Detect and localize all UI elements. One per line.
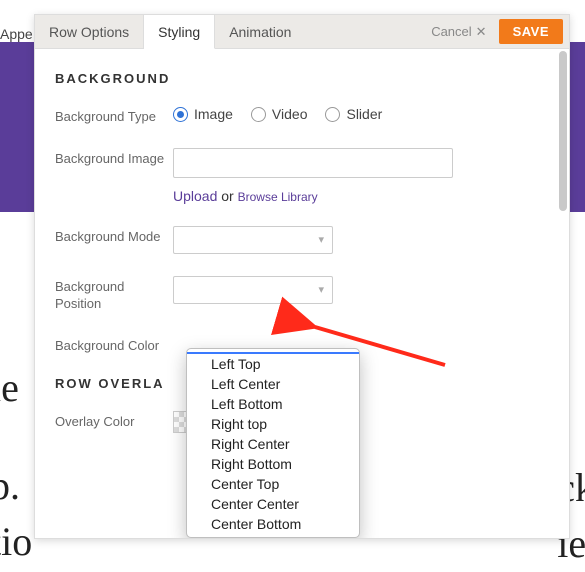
dropdown-item-left-center[interactable]: Left Center (187, 374, 359, 394)
bg-position-select[interactable]: ▾ (173, 276, 333, 304)
radio-bg-image[interactable]: Image (173, 106, 233, 122)
radio-dot-icon (251, 107, 266, 122)
chevron-down-icon: ▾ (318, 233, 324, 246)
cancel-button[interactable]: Cancel ✕ (421, 15, 496, 48)
cancel-label: Cancel (431, 24, 471, 39)
scrollbar-thumb[interactable] (559, 51, 567, 211)
section-heading-background: BACKGROUND (55, 71, 549, 86)
bg-mode-select[interactable]: ▾ (173, 226, 333, 254)
tab-animation[interactable]: Animation (215, 15, 305, 48)
dropdown-item-right-center[interactable]: Right Center (187, 434, 359, 454)
bg-position-label: Background Position (55, 276, 173, 313)
dropdown-item-center-top[interactable]: Center Top (187, 474, 359, 494)
radio-label: Image (194, 106, 233, 122)
dropdown-item-left-top[interactable]: Left Top (187, 354, 359, 374)
browse-library-link[interactable]: Browse Library (238, 190, 318, 204)
dropdown-item-left-bottom[interactable]: Left Bottom (187, 394, 359, 414)
overlay-color-label: Overlay Color (55, 411, 173, 431)
panel-body: BACKGROUND Background Type Image Video S… (35, 49, 569, 538)
bg-position-dropdown: Left Top Left Center Left Bottom Right t… (186, 348, 360, 538)
dropdown-item-center-center[interactable]: Center Center (187, 494, 359, 514)
tab-bar: Row Options Styling Animation Cancel ✕ S… (35, 15, 569, 49)
settings-panel: Row Options Styling Animation Cancel ✕ S… (34, 14, 570, 539)
radio-label: Slider (346, 106, 382, 122)
bg-mode-label: Background Mode (55, 226, 173, 246)
dropdown-item-right-bottom[interactable]: Right Bottom (187, 454, 359, 474)
tab-styling[interactable]: Styling (144, 15, 215, 49)
radio-bg-slider[interactable]: Slider (325, 106, 382, 122)
or-text: or (217, 188, 237, 204)
radio-label: Video (272, 106, 308, 122)
close-icon: ✕ (476, 24, 487, 40)
dropdown-item-right-top[interactable]: Right top (187, 414, 359, 434)
radio-dot-icon (173, 107, 188, 122)
dropdown-item-center-bottom[interactable]: Center Bottom (187, 514, 359, 534)
bg-color-label: Background Color (55, 335, 173, 355)
bg-type-label: Background Type (55, 106, 173, 126)
bg-image-input[interactable] (173, 148, 453, 178)
app-label: Appe (0, 26, 33, 42)
radio-dot-icon (325, 107, 340, 122)
tab-row-options[interactable]: Row Options (35, 15, 144, 48)
chevron-down-icon: ▾ (318, 283, 324, 296)
save-button[interactable]: SAVE (499, 19, 563, 44)
radio-bg-video[interactable]: Video (251, 106, 308, 122)
background-page-text-left: ie p. tio (0, 360, 32, 570)
bg-image-label: Background Image (55, 148, 173, 168)
upload-link[interactable]: Upload (173, 188, 217, 204)
